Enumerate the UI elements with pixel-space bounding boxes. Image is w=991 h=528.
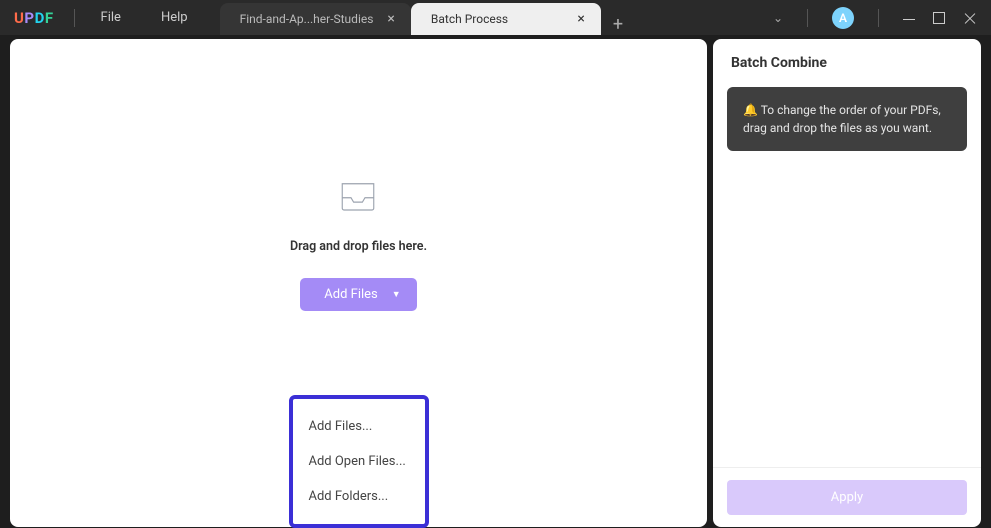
minimize-button[interactable]: [903, 8, 915, 20]
main-drop-area[interactable]: Drag and drop files here. Add Files ▼ Ad…: [10, 39, 707, 527]
close-window-button[interactable]: [963, 11, 977, 25]
dropdown-add-open-files[interactable]: Add Open Files...: [293, 444, 425, 479]
chevron-down-icon[interactable]: ⌄: [773, 11, 783, 25]
divider: [807, 9, 808, 27]
maximize-button[interactable]: [933, 12, 945, 24]
workspace: Drag and drop files here. Add Files ▼ Ad…: [0, 35, 991, 527]
inbox-icon: [337, 175, 379, 221]
side-panel-title: Batch Combine: [713, 39, 981, 87]
dropzone: Drag and drop files here. Add Files ▼: [290, 175, 427, 311]
tip-text: To change the order of your PDFs, drag a…: [743, 103, 941, 135]
app-logo: UPDF: [0, 9, 68, 27]
tip-box: 🔔 To change the order of your PDFs, drag…: [727, 87, 967, 151]
dropdown-add-folders[interactable]: Add Folders...: [293, 479, 425, 514]
menu-file[interactable]: File: [81, 10, 141, 25]
titlebar: UPDF File Help Find-and-Ap...her-Studies…: [0, 0, 991, 35]
tab-label: Find-and-Ap...her-Studies: [240, 12, 374, 26]
menu-help[interactable]: Help: [141, 10, 208, 25]
divider: [878, 9, 879, 27]
add-files-button[interactable]: Add Files ▼: [300, 278, 416, 311]
add-files-dropdown: Add Files... Add Open Files... Add Folde…: [289, 395, 429, 528]
bell-icon: 🔔: [743, 103, 758, 117]
close-icon[interactable]: ×: [387, 11, 394, 27]
drop-instruction: Drag and drop files here.: [290, 239, 427, 254]
new-tab-button[interactable]: +: [613, 14, 623, 35]
side-panel: Batch Combine 🔔 To change the order of y…: [713, 39, 981, 527]
divider: [74, 9, 75, 27]
chevron-down-icon: ▼: [392, 289, 401, 300]
tab-batch-process[interactable]: Batch Process ×: [411, 3, 601, 35]
user-avatar[interactable]: A: [832, 7, 854, 29]
apply-button[interactable]: Apply: [727, 480, 967, 515]
side-footer: Apply: [713, 467, 981, 527]
tab-strip: Find-and-Ap...her-Studies × Batch Proces…: [220, 0, 624, 35]
close-icon[interactable]: ×: [577, 11, 584, 27]
tab-document[interactable]: Find-and-Ap...her-Studies ×: [220, 3, 411, 35]
dropdown-add-files[interactable]: Add Files...: [293, 409, 425, 444]
add-files-label: Add Files: [324, 287, 377, 302]
tab-label: Batch Process: [431, 12, 508, 26]
window-controls: ⌄ A: [773, 7, 991, 29]
